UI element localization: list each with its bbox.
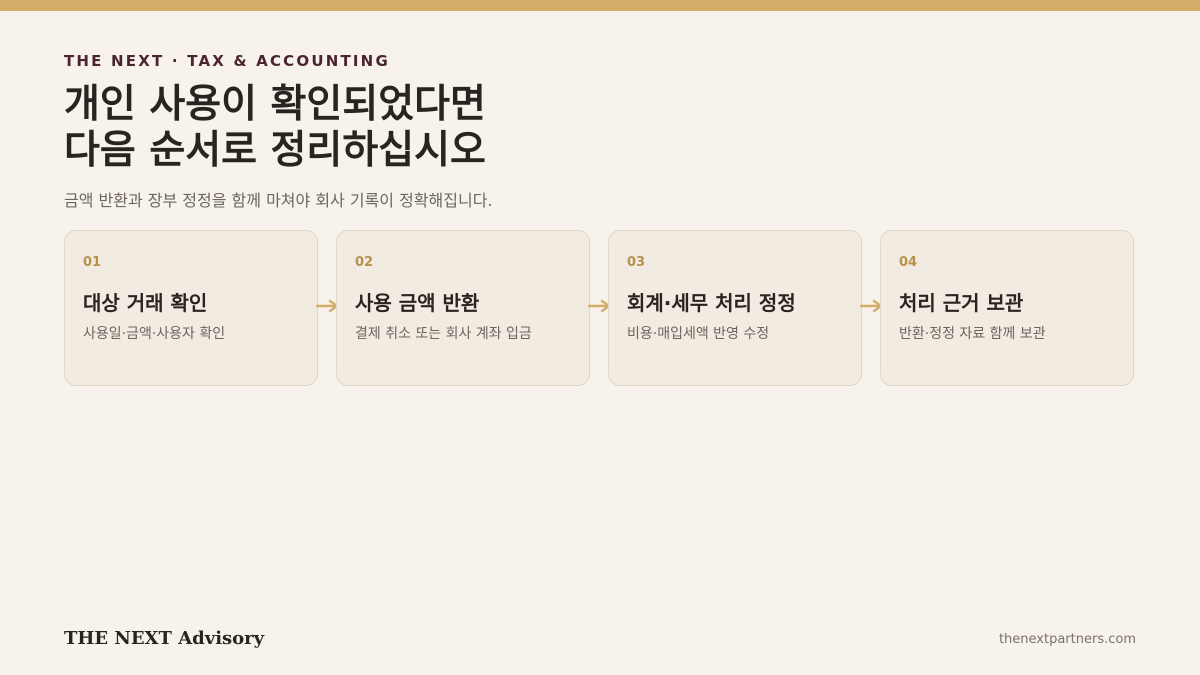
footer-brand: THE NEXT Advisory (64, 628, 265, 649)
step-number: 02 (355, 255, 374, 270)
step-description: 반환·정정 자료 함께 보관 (899, 326, 1046, 342)
step-title: 회계·세무 처리 정정 (627, 291, 796, 315)
step-card-1: 01 대상 거래 확인 사용일·금액·사용자 확인 (64, 230, 318, 386)
footer-url: thenextpartners.com (998, 632, 1136, 647)
page-title: 개인 사용이 확인되었다면 다음 순서로 정리하십시오 (64, 82, 764, 174)
step-card-4: 04 처리 근거 보관 반환·정정 자료 함께 보관 (880, 230, 1134, 386)
eyebrow-label: THE NEXT · TAX & ACCOUNTING (64, 52, 390, 70)
step-title: 사용 금액 반환 (355, 291, 480, 315)
page-subtitle: 금액 반환과 장부 정정을 함께 마쳐야 회사 기록이 정확해집니다. (64, 191, 493, 210)
step-card-3: 03 회계·세무 처리 정정 비용·매입세액 반영 수정 (608, 230, 862, 386)
top-accent-bar (0, 0, 1200, 11)
step-description: 사용일·금액·사용자 확인 (83, 326, 226, 342)
step-number: 01 (83, 255, 102, 270)
step-description: 결제 취소 또는 회사 계좌 입금 (355, 326, 532, 342)
page-title-line-2: 다음 순서로 정리하십시오 (64, 128, 486, 173)
step-title: 처리 근거 보관 (899, 291, 1024, 315)
step-card-2: 02 사용 금액 반환 결제 취소 또는 회사 계좌 입금 (336, 230, 590, 386)
page-title-line-1: 개인 사용이 확인되었다면 (64, 82, 486, 127)
step-number: 03 (627, 255, 646, 270)
step-number: 04 (899, 255, 918, 270)
step-title: 대상 거래 확인 (83, 291, 208, 315)
step-description: 비용·매입세액 반영 수정 (627, 326, 770, 342)
process-steps: 01 대상 거래 확인 사용일·금액·사용자 확인 02 사용 금액 반환 결제… (64, 230, 1136, 388)
